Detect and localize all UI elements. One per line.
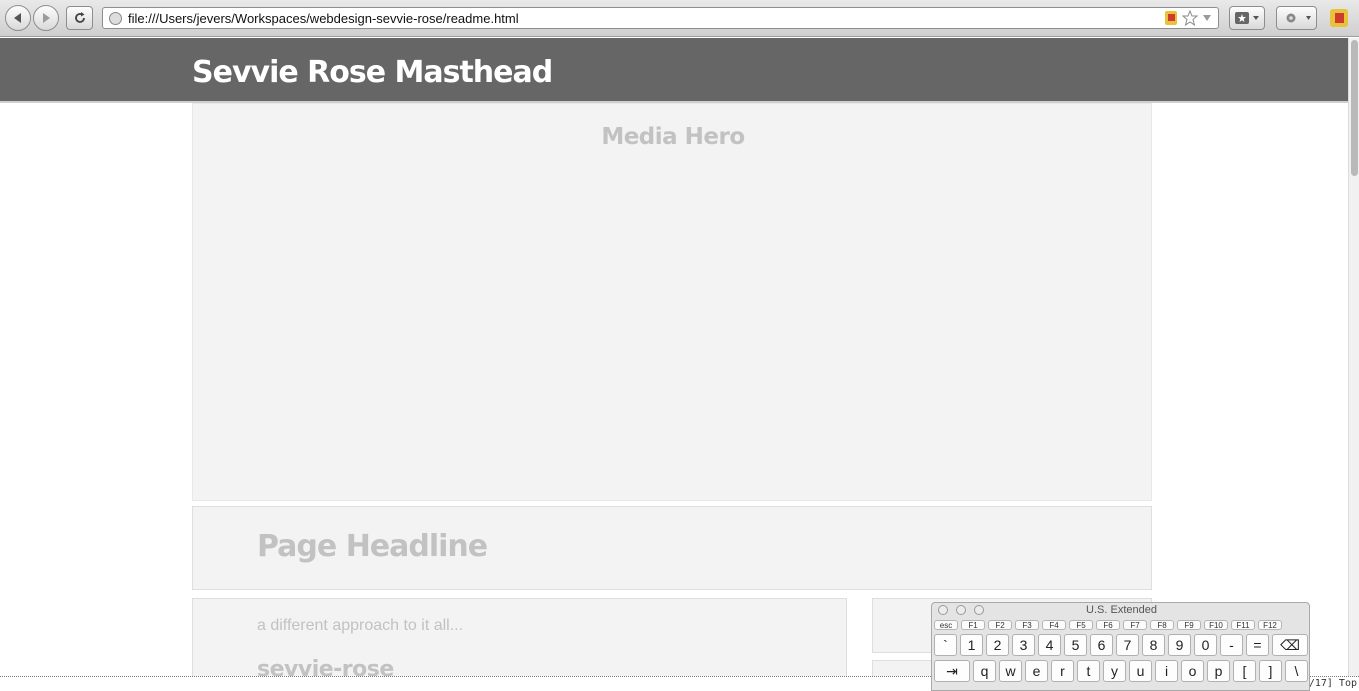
key-row2-1[interactable]: q bbox=[973, 660, 996, 682]
key-function_keys-2[interactable]: F2 bbox=[988, 620, 1012, 630]
key-function_keys-7[interactable]: F7 bbox=[1123, 620, 1147, 630]
key-row2-7[interactable]: u bbox=[1129, 660, 1152, 682]
key-function_keys-9[interactable]: F9 bbox=[1177, 620, 1201, 630]
bookmarks-button[interactable] bbox=[1229, 6, 1265, 30]
key-row2-11[interactable]: [ bbox=[1233, 660, 1256, 682]
key-row2-9[interactable]: o bbox=[1181, 660, 1204, 682]
reload-button[interactable] bbox=[66, 6, 93, 30]
back-button[interactable] bbox=[5, 5, 31, 31]
key-row1-8[interactable]: 8 bbox=[1142, 634, 1165, 656]
key-row2-12[interactable]: ] bbox=[1259, 660, 1282, 682]
key-function_keys-11[interactable]: F11 bbox=[1231, 620, 1255, 630]
key-row2-13[interactable]: \ bbox=[1285, 660, 1308, 682]
keyboard-title: U.S. Extended bbox=[1086, 604, 1157, 616]
forward-arrow-icon bbox=[43, 13, 50, 23]
masthead: Sevvie Rose Masthead bbox=[0, 38, 1359, 101]
key-row1-0[interactable]: ` bbox=[934, 634, 957, 656]
key-row2-4[interactable]: r bbox=[1051, 660, 1074, 682]
vertical-scrollbar[interactable] bbox=[1348, 38, 1359, 676]
nav-group bbox=[5, 5, 59, 31]
reload-icon bbox=[74, 12, 85, 23]
keyboard-viewer[interactable]: U.S. Extended esc F1 F2 F3 F4 F5 F6 F7 F8 F9 F10 F1… bbox=[931, 602, 1310, 691]
status-text: 3/17] Top bbox=[1302, 678, 1357, 689]
headline-section: Page Headline bbox=[192, 506, 1152, 590]
key-function_keys-6[interactable]: F6 bbox=[1096, 620, 1120, 630]
tools-button[interactable] bbox=[1276, 6, 1317, 30]
media-hero: Media Hero bbox=[192, 103, 1152, 501]
main-content: a different approach to it all... sevvie… bbox=[192, 598, 847, 688]
qwerty-key-row: ⇥ q w e r t y u i o p[] \ bbox=[934, 660, 1308, 682]
bookmarks-star-box-icon bbox=[1235, 12, 1259, 24]
browser-toolbar: file:///Users/jevers/Workspaces/webdesig… bbox=[0, 0, 1359, 37]
back-arrow-icon bbox=[14, 13, 21, 23]
page-headline: Page Headline bbox=[257, 529, 488, 564]
key-function_keys-1[interactable]: F1 bbox=[961, 620, 985, 630]
key-row1-2[interactable]: 2 bbox=[986, 634, 1009, 656]
key-row2-6[interactable]: y bbox=[1103, 660, 1126, 682]
site-identity-icon[interactable] bbox=[109, 12, 122, 25]
function-key-row: esc F1 F2 F3 F4 F5 F6 F7 F8 F9 F10 F11 F12 bbox=[934, 620, 1282, 630]
key-row1-7[interactable]: 7 bbox=[1116, 634, 1139, 656]
key-row1-13[interactable]: ⌫ bbox=[1272, 634, 1308, 656]
key-row1-10[interactable]: 0 bbox=[1194, 634, 1217, 656]
key-row1-1[interactable]: 1 bbox=[960, 634, 983, 656]
key-row1-5[interactable]: 5 bbox=[1064, 634, 1087, 656]
number-key-row: ` 1 2 3 4 5 6 7 8 9 0- = ⌫ bbox=[934, 634, 1308, 656]
key-row1-3[interactable]: 3 bbox=[1012, 634, 1035, 656]
scrollbar-thumb[interactable] bbox=[1351, 40, 1358, 176]
key-row2-5[interactable]: t bbox=[1077, 660, 1100, 682]
history-dropdown-icon[interactable] bbox=[1202, 13, 1212, 23]
key-function_keys-0[interactable]: esc bbox=[934, 620, 958, 630]
key-row1-11[interactable]: - bbox=[1220, 634, 1243, 656]
addon-icon bbox=[1330, 9, 1348, 27]
tagline: a different approach to it all... bbox=[257, 617, 464, 634]
key-row1-4[interactable]: 4 bbox=[1038, 634, 1061, 656]
key-row2-3[interactable]: e bbox=[1025, 660, 1048, 682]
key-function_keys-10[interactable]: F10 bbox=[1204, 620, 1228, 630]
key-row1-12[interactable]: = bbox=[1246, 634, 1269, 656]
url-icons bbox=[1164, 10, 1212, 26]
addon-button[interactable] bbox=[1328, 7, 1350, 29]
forward-button[interactable] bbox=[33, 5, 59, 31]
gear-icon bbox=[1286, 13, 1311, 23]
extension-badge-icon[interactable] bbox=[1164, 10, 1178, 26]
key-function_keys-3[interactable]: F3 bbox=[1015, 620, 1039, 630]
bookmark-star-icon[interactable] bbox=[1182, 10, 1198, 26]
hero-title: Media Hero bbox=[601, 124, 745, 150]
url-text: file:///Users/jevers/Workspaces/webdesig… bbox=[128, 11, 519, 26]
key-row1-9[interactable]: 9 bbox=[1168, 634, 1191, 656]
key-row2-2[interactable]: w bbox=[999, 660, 1022, 682]
key-row1-6[interactable]: 6 bbox=[1090, 634, 1113, 656]
key-function_keys-12[interactable]: F12 bbox=[1258, 620, 1282, 630]
key-row2-10[interactable]: p bbox=[1207, 660, 1230, 682]
key-row2-8[interactable]: i bbox=[1155, 660, 1178, 682]
key-function_keys-8[interactable]: F8 bbox=[1150, 620, 1174, 630]
key-function_keys-5[interactable]: F5 bbox=[1069, 620, 1093, 630]
key-function_keys-4[interactable]: F4 bbox=[1042, 620, 1066, 630]
key-row2-0[interactable]: ⇥ bbox=[934, 660, 970, 682]
masthead-title: Sevvie Rose Masthead bbox=[192, 55, 553, 90]
url-bar[interactable]: file:///Users/jevers/Workspaces/webdesig… bbox=[102, 7, 1219, 29]
